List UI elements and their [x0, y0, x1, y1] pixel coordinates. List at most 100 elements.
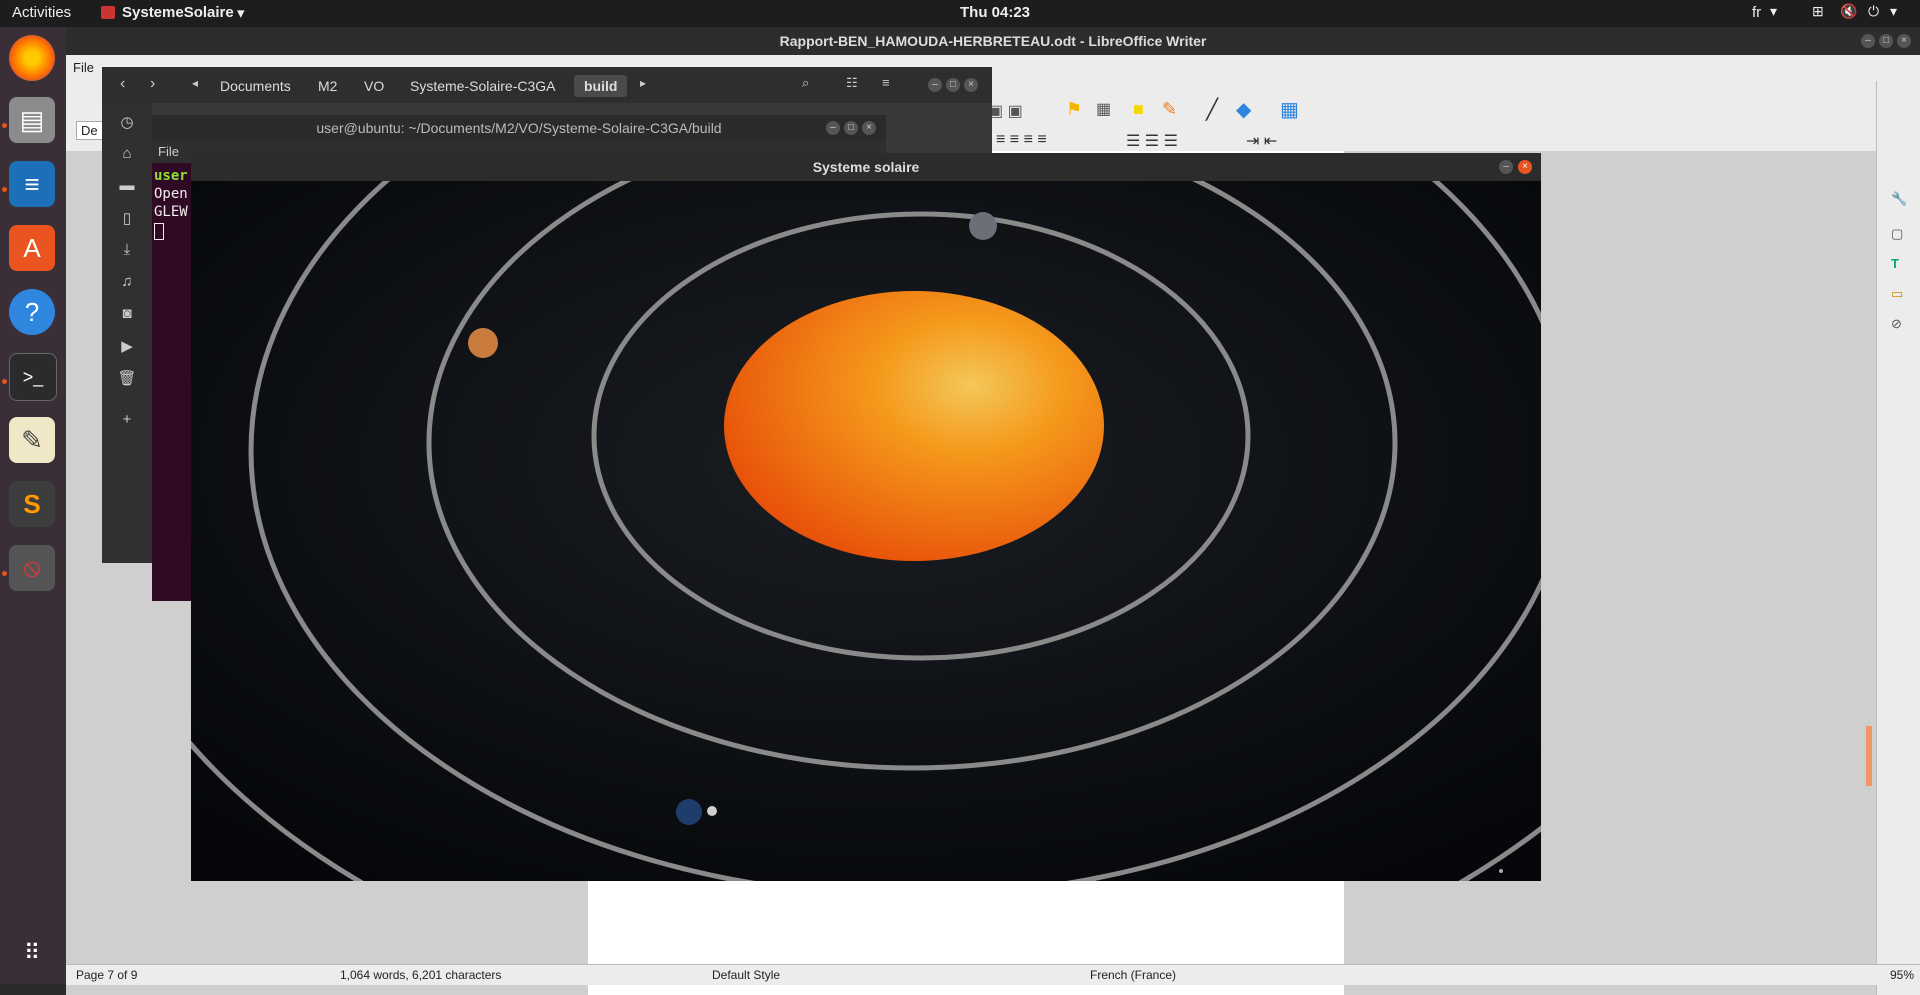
writer-title: Rapport-BEN_HAMOUDA-HERBRETEAU.odt - Lib…: [66, 27, 1920, 55]
terminal-line: Open: [154, 186, 188, 202]
insert-icons[interactable]: ▣ ▣: [988, 101, 1023, 121]
page-icon[interactable]: ▢: [1891, 226, 1903, 242]
terminal-line: GLEW: [154, 204, 188, 220]
forward-icon[interactable]: ›: [150, 75, 155, 93]
terminal-menu-file[interactable]: File: [158, 144, 179, 159]
chevron-down-icon: ▾: [237, 5, 245, 22]
top-bar: Activities SystemeSolaire ▾ Thu 04:23 fr…: [0, 0, 1920, 27]
crumb-m2[interactable]: M2: [308, 75, 347, 97]
search-icon[interactable]: ⌕: [802, 75, 809, 91]
list-icons[interactable]: ☰ ☰ ☰: [1126, 131, 1178, 151]
properties-icon[interactable]: 🔧: [1891, 191, 1907, 207]
software-icon[interactable]: A: [9, 225, 55, 271]
minimize-icon[interactable]: –: [1861, 34, 1875, 48]
align-icons[interactable]: ≡ ≡ ≡ ≡: [996, 131, 1047, 149]
zoom-level[interactable]: 95%: [1890, 968, 1914, 982]
track-changes-icon[interactable]: ✎: [1162, 99, 1177, 120]
activities-button[interactable]: Activities: [12, 4, 71, 21]
minimize-icon[interactable]: –: [826, 121, 840, 135]
navigator-icon[interactable]: ⊘: [1891, 316, 1902, 332]
close-icon[interactable]: ×: [862, 121, 876, 135]
close-icon[interactable]: ×: [964, 78, 978, 92]
indent-icons[interactable]: ⇥ ⇤: [1246, 131, 1277, 151]
maximize-icon[interactable]: □: [1879, 34, 1893, 48]
solar-window-title: Systeme solaire: [191, 153, 1541, 181]
shapes-icon[interactable]: ◆: [1236, 97, 1251, 122]
text-editor-icon[interactable]: ✎: [9, 417, 55, 463]
solar-system-window: Systeme solaire – ×: [191, 153, 1541, 881]
status-bar: Page 7 of 9 1,064 words, 6,201 character…: [66, 964, 1920, 985]
draw-functions-icon[interactable]: ▦: [1280, 97, 1299, 122]
solar-scene[interactable]: [191, 181, 1541, 881]
scrollbar-thumb[interactable]: [1866, 726, 1872, 786]
camera-icon[interactable]: ◙: [117, 305, 137, 325]
trash-icon[interactable]: 🗑: [117, 369, 137, 389]
close-icon[interactable]: ×: [1897, 34, 1911, 48]
download-icon[interactable]: ⤓: [117, 241, 137, 261]
style-box[interactable]: De: [76, 121, 103, 140]
clock[interactable]: Thu 04:23: [960, 4, 1030, 21]
planet-mars: [468, 328, 498, 358]
music-icon[interactable]: ♫: [117, 273, 137, 293]
moon: [707, 806, 717, 816]
crumb-left-icon[interactable]: ◂: [192, 76, 198, 90]
dock: ▤ ≡ A ? >_ ✎ S ⦸ ⠿: [0, 27, 66, 984]
systemesolaire-icon[interactable]: ⦸: [9, 545, 55, 591]
crumb-right-icon[interactable]: ▸: [640, 76, 646, 90]
writer-icon[interactable]: ≡: [9, 161, 55, 207]
video-icon[interactable]: ▶: [117, 337, 137, 357]
files-icon[interactable]: ▤: [9, 97, 55, 143]
help-icon[interactable]: ?: [9, 289, 55, 335]
planet-earth: [676, 799, 702, 825]
terminal-title: user@ubuntu: ~/Documents/M2/VO/Systeme-S…: [152, 115, 886, 141]
comment-icon[interactable]: ■: [1133, 99, 1144, 120]
field-icon[interactable]: ▦: [1096, 99, 1111, 119]
firefox-icon[interactable]: [9, 35, 55, 81]
sublime-icon[interactable]: S: [9, 481, 55, 527]
star: [1499, 869, 1503, 873]
folder-icon[interactable]: ▬: [117, 177, 137, 197]
styles-icon[interactable]: T: [1891, 256, 1899, 271]
view-toggle-icon[interactable]: ☷: [846, 75, 858, 91]
minimize-icon[interactable]: –: [928, 78, 942, 92]
maximize-icon[interactable]: □: [946, 78, 960, 92]
close-icon[interactable]: ×: [1518, 160, 1532, 174]
sun: [724, 291, 1104, 561]
sidebar: 🔧 ▢ T ▭ ⊘: [1876, 81, 1920, 995]
chevron-down-icon: ▾: [1890, 3, 1898, 19]
home-icon[interactable]: ⌂: [117, 145, 137, 165]
recent-icon[interactable]: ◷: [117, 113, 137, 133]
app-menu-icon: [101, 6, 115, 19]
terminal-cursor[interactable]: [154, 223, 164, 240]
crumb-documents[interactable]: Documents: [210, 75, 301, 97]
app-menu[interactable]: SystemeSolaire: [122, 4, 234, 21]
back-icon[interactable]: ‹: [120, 75, 125, 93]
page-count[interactable]: Page 7 of 9: [76, 968, 137, 982]
hamburger-menu-icon[interactable]: ≡: [882, 75, 890, 90]
network-icon[interactable]: ⊞: [1812, 3, 1824, 20]
power-icon[interactable]: ⏻: [1868, 3, 1879, 20]
terminal-icon[interactable]: >_: [9, 353, 57, 401]
word-count: 1,064 words, 6,201 characters: [340, 968, 502, 982]
menu-file[interactable]: File: [73, 60, 94, 75]
crumb-systeme-solaire[interactable]: Systeme-Solaire-C3GA: [400, 75, 566, 97]
input-language[interactable]: fr: [1752, 4, 1761, 21]
crumb-build[interactable]: build: [574, 75, 628, 97]
show-applications-icon[interactable]: ⠿: [9, 930, 55, 976]
document-icon[interactable]: ▯: [117, 209, 137, 229]
bookmark-icon[interactable]: ⚑: [1066, 99, 1082, 120]
file-manager-sidebar: ◷ ⌂ ▬ ▯ ⤓ ♫ ◙ ▶ 🗑 +: [102, 103, 152, 563]
crumb-vo[interactable]: VO: [354, 75, 394, 97]
line-icon[interactable]: ╱: [1206, 97, 1218, 122]
minimize-icon[interactable]: –: [1499, 160, 1513, 174]
add-location-icon[interactable]: +: [117, 411, 137, 431]
gallery-icon[interactable]: ▭: [1891, 286, 1903, 302]
terminal-line: user: [154, 168, 188, 184]
chevron-down-icon: ▾: [1770, 3, 1778, 19]
language[interactable]: French (France): [1090, 968, 1176, 982]
maximize-icon[interactable]: □: [844, 121, 858, 135]
file-manager-header: ‹ › ◂ Documents M2 VO Systeme-Solaire-C3…: [102, 67, 992, 103]
planet-grey: [969, 212, 997, 240]
page-style[interactable]: Default Style: [712, 968, 780, 982]
volume-icon[interactable]: 🔇: [1840, 3, 1857, 20]
